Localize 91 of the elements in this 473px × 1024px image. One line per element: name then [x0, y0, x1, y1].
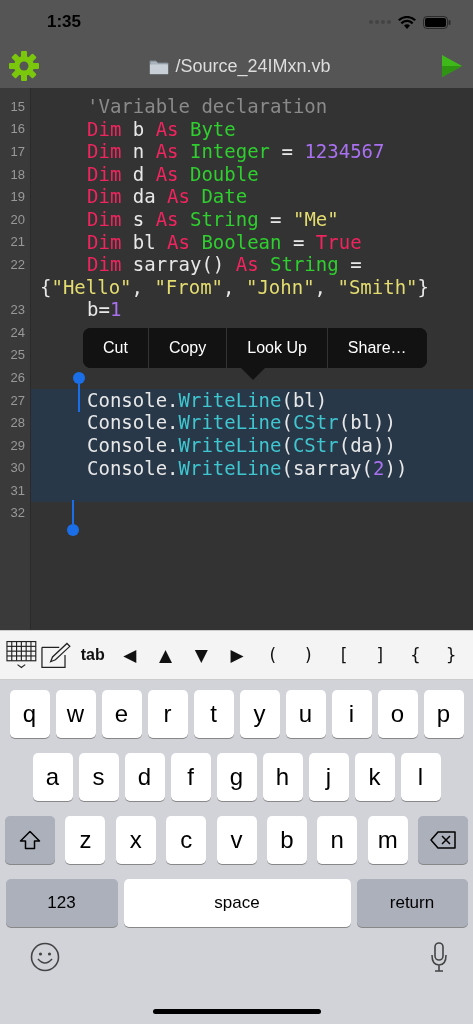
accessory-key[interactable]: tab	[75, 638, 111, 672]
settings-icon[interactable]	[9, 51, 39, 81]
code-line: Dim da As Date	[87, 185, 248, 208]
code-line: Dim sarray() As String =	[87, 253, 362, 276]
accessory-key[interactable]: ◀	[114, 638, 146, 672]
line-number: 22	[10, 256, 25, 272]
line-number: 19	[10, 189, 25, 205]
accessory-key[interactable]: ▲	[149, 638, 182, 672]
key[interactable]: z	[65, 816, 106, 864]
code-line: Console.WriteLine(sarray(2))	[87, 456, 408, 479]
accessory-key[interactable]: )	[292, 638, 325, 672]
key[interactable]: v	[216, 816, 257, 864]
shift-key[interactable]	[5, 816, 55, 864]
code-line: 'Variable declaration	[87, 95, 328, 117]
accessory-key[interactable]: [	[328, 638, 360, 672]
key[interactable]: t	[193, 690, 234, 738]
accessory-key[interactable]: }	[435, 638, 468, 672]
battery-icon	[423, 15, 451, 29]
numbers-key[interactable]: 123	[5, 879, 118, 927]
accessory-key[interactable]: ]	[363, 638, 396, 672]
key[interactable]: h	[262, 753, 303, 801]
code-line: Console.WriteLine(CStr(bl))	[87, 411, 396, 434]
code-line: Dim n As Integer = 1234567	[87, 140, 385, 163]
space-key[interactable]: space	[123, 879, 351, 927]
emoji-icon[interactable]	[30, 942, 60, 972]
line-number: 28	[10, 415, 25, 431]
code-line: {"Hello", "From", "John", "Smith"}	[40, 275, 429, 298]
selection-handle[interactable]	[73, 372, 85, 412]
line-number: 18	[10, 166, 25, 182]
line-number: 24	[10, 324, 25, 340]
line-number: 26	[10, 369, 25, 385]
wifi-icon	[398, 15, 416, 29]
shift-icon	[19, 830, 41, 850]
key[interactable]: u	[285, 690, 326, 738]
key[interactable]: d	[124, 753, 165, 801]
code-line: b=1	[87, 298, 122, 321]
menu-pointer-icon	[241, 368, 265, 380]
key[interactable]: f	[170, 753, 211, 801]
code-line: Console.WriteLine(CStr(da))	[87, 433, 396, 456]
key[interactable]: q	[9, 690, 50, 738]
code-line: Dim b As Byte	[87, 117, 236, 140]
line-number: 27	[10, 392, 25, 408]
microphone-icon[interactable]	[430, 942, 448, 972]
key[interactable]: g	[216, 753, 257, 801]
clock-time: 1:35	[47, 12, 82, 32]
delete-icon	[430, 831, 456, 849]
key[interactable]: p	[423, 690, 464, 738]
menu-item[interactable]: Cut	[83, 328, 149, 368]
code-line: Dim s As String = "Me"	[87, 207, 339, 230]
selection-handle[interactable]	[67, 500, 79, 536]
accessory-key[interactable]: (	[256, 638, 289, 672]
play-icon[interactable]	[441, 54, 463, 78]
line-number: 17	[10, 144, 25, 159]
key[interactable]: c	[166, 816, 207, 864]
key[interactable]: x	[115, 816, 156, 864]
key[interactable]: k	[354, 753, 395, 801]
accessory-key[interactable]: ▶	[221, 638, 253, 672]
keyboard-icon[interactable]	[6, 640, 37, 670]
key[interactable]: a	[32, 753, 73, 801]
key[interactable]: i	[331, 690, 372, 738]
delete-key[interactable]	[418, 816, 468, 864]
line-number: 16	[10, 121, 25, 137]
key[interactable]: y	[239, 690, 280, 738]
accessory-key[interactable]: {	[399, 638, 432, 672]
line-number: 29	[10, 437, 25, 453]
code-line: Console.WriteLine(bl)	[87, 388, 328, 411]
line-number: 20	[10, 211, 25, 227]
return-key[interactable]: return	[356, 879, 468, 927]
key[interactable]: j	[308, 753, 349, 801]
code-line: Dim bl As Boolean = True	[87, 230, 362, 253]
key[interactable]: e	[101, 690, 142, 738]
key[interactable]: s	[78, 753, 119, 801]
key[interactable]: m	[367, 816, 408, 864]
key[interactable]: l	[400, 753, 441, 801]
accessory-key[interactable]: ▼	[185, 638, 218, 672]
line-number: 15	[10, 98, 25, 114]
line-number: 31	[10, 482, 25, 498]
line-number: 32	[10, 505, 25, 521]
edit-icon[interactable]	[40, 641, 72, 669]
line-number: 21	[10, 234, 25, 250]
key[interactable]: r	[147, 690, 188, 738]
key[interactable]: b	[266, 816, 307, 864]
key[interactable]: w	[55, 690, 96, 738]
key[interactable]: n	[317, 816, 358, 864]
file-title: /Source_24IMxn.vb	[175, 55, 331, 77]
line-number: 23	[10, 302, 25, 318]
key[interactable]: o	[377, 690, 418, 738]
code-line: Dim d As Double	[87, 162, 259, 185]
line-number: 30	[10, 460, 25, 476]
folder-icon	[149, 57, 170, 75]
line-number: 25	[10, 347, 25, 363]
